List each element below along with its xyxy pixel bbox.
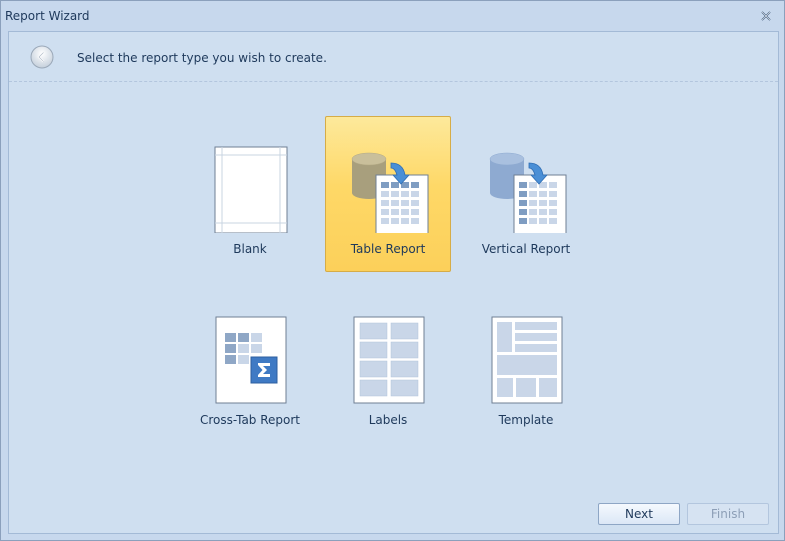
window-title: Report Wizard — [5, 9, 90, 23]
wizard-panel: Select the report type you wish to creat… — [8, 31, 779, 534]
template-icon — [491, 316, 563, 404]
report-type-vertical-report[interactable]: Vertical Report — [463, 116, 589, 272]
report-type-labels[interactable]: Labels — [325, 287, 451, 443]
back-arrow-icon[interactable] — [30, 45, 54, 69]
wizard-header: Select the report type you wish to creat… — [9, 32, 778, 82]
report-wizard-window: Report Wizard Select the report type you… — [0, 0, 785, 541]
title-bar: Report Wizard — [1, 1, 784, 31]
vertical-report-icon — [489, 152, 567, 233]
labels-icon — [353, 316, 425, 404]
table-report-icon — [351, 152, 429, 233]
tile-label: Table Report — [350, 242, 426, 256]
report-type-template[interactable]: Template — [463, 287, 589, 443]
tile-label: Labels — [368, 413, 408, 427]
blank-report-icon — [214, 146, 288, 233]
tile-label: Blank — [233, 242, 267, 256]
instruction-text: Select the report type you wish to creat… — [77, 51, 327, 65]
cross-tab-report-icon — [215, 316, 287, 404]
close-icon[interactable] — [759, 9, 773, 23]
report-type-blank[interactable]: Blank — [187, 116, 313, 272]
tile-label: Template — [498, 413, 554, 427]
tile-label: Vertical Report — [481, 242, 571, 256]
report-type-cross-tab-report[interactable]: Cross-Tab Report — [187, 287, 313, 443]
finish-button[interactable]: Finish — [687, 503, 769, 525]
next-button[interactable]: Next — [598, 503, 680, 525]
report-type-table-report[interactable]: Table Report — [325, 116, 451, 272]
tile-label: Cross-Tab Report — [199, 413, 301, 427]
